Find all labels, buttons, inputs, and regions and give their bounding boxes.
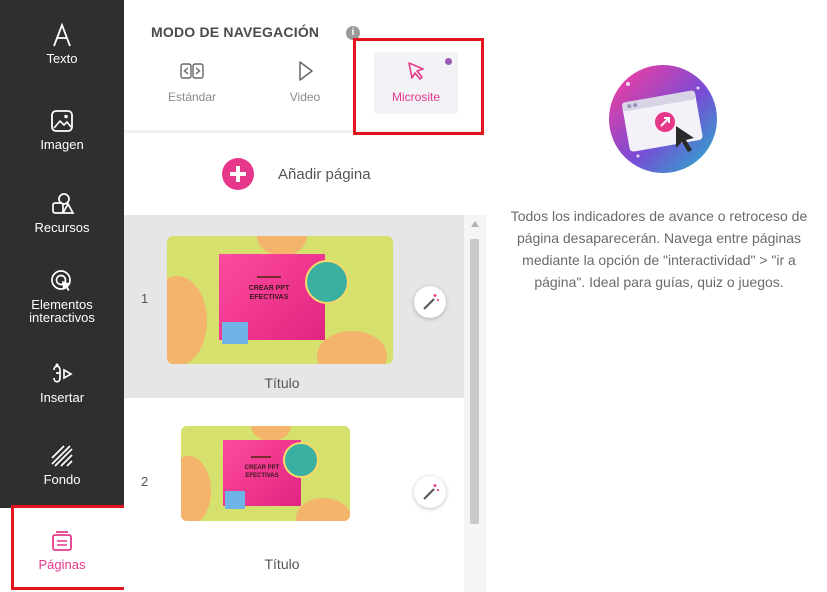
page-item-2[interactable]: 2 CREAR PPT EFECTIVAS Título bbox=[124, 398, 464, 592]
pages-icon bbox=[49, 528, 75, 554]
text-icon bbox=[49, 22, 75, 48]
microsite-description: Todos los indicadores de avance o retroc… bbox=[510, 208, 808, 290]
thumb-blue-block bbox=[222, 322, 248, 344]
page-thumbnail[interactable]: CREAR PPT EFECTIVAS bbox=[181, 426, 350, 521]
navigation-mode-section: MODO DE NAVEGACIÓN i Estándar Video Micr… bbox=[124, 0, 486, 130]
info-panel: Todos los indicadores de avance o retroc… bbox=[486, 0, 827, 592]
left-sidebar: Texto Imagen Recursos Elementos interact… bbox=[0, 0, 124, 592]
magic-wand-button[interactable] bbox=[414, 286, 446, 318]
pages-panel: MODO DE NAVEGACIÓN i Estándar Video Micr… bbox=[124, 0, 486, 592]
thumb-blob bbox=[181, 456, 211, 521]
thumb-blob bbox=[167, 276, 207, 364]
page-number: 1 bbox=[141, 291, 149, 306]
mode-estandar-button[interactable]: Estándar bbox=[157, 52, 227, 114]
sidebar-item-label: Insertar bbox=[39, 390, 85, 405]
pages-list: 1 CREAR PPT EFECTIVAS Título 2 CREAR PPT… bbox=[124, 215, 486, 592]
magic-wand-icon bbox=[423, 294, 439, 310]
page-number: 2 bbox=[141, 474, 149, 489]
mode-video-label: Video bbox=[289, 90, 321, 104]
add-page-plus-icon[interactable] bbox=[222, 158, 254, 190]
sidebar-item-insertar[interactable]: Insertar bbox=[0, 361, 124, 404]
magic-wand-icon bbox=[423, 484, 439, 500]
thumb-badge bbox=[305, 260, 349, 304]
navigation-mode-title: MODO DE NAVEGACIÓN bbox=[151, 24, 320, 40]
thumb-blob bbox=[257, 236, 307, 256]
mode-video-button[interactable]: Video bbox=[270, 52, 340, 114]
sidebar-item-label: Elementos interactivos bbox=[29, 297, 95, 325]
cursor-icon bbox=[408, 62, 424, 80]
thumb-blob bbox=[251, 426, 291, 441]
thumb-line bbox=[251, 456, 271, 458]
add-page-label[interactable]: Añadir página bbox=[278, 166, 371, 183]
app-window: Texto Imagen Recursos Elementos interact… bbox=[0, 0, 827, 592]
sidebar-item-label: Recursos bbox=[34, 220, 90, 235]
image-icon bbox=[49, 108, 75, 134]
page-item-1[interactable]: 1 CREAR PPT EFECTIVAS Título bbox=[124, 215, 464, 398]
magic-wand-button[interactable] bbox=[414, 476, 446, 508]
info-icon[interactable]: i bbox=[346, 26, 360, 40]
sidebar-item-recursos[interactable]: Recursos bbox=[0, 191, 124, 234]
sidebar-item-label: Páginas bbox=[38, 557, 86, 572]
scrollbar-thumb[interactable] bbox=[470, 239, 479, 524]
thumb-text: CREAR PPT EFECTIVAS bbox=[248, 285, 290, 301]
sidebar-item-label: Fondo bbox=[43, 472, 81, 487]
add-page-row[interactable]: Añadir página bbox=[124, 133, 486, 215]
sidebar-item-elementos-interactivos[interactable]: Elementos interactivos bbox=[0, 268, 124, 324]
sidebar-item-fondo[interactable]: Fondo bbox=[0, 443, 124, 486]
insert-icon bbox=[49, 361, 75, 387]
selected-dot bbox=[445, 58, 452, 65]
interactive-icon bbox=[49, 268, 75, 294]
thumb-blob bbox=[317, 331, 387, 364]
mode-estandar-label: Estándar bbox=[167, 90, 217, 104]
thumb-line bbox=[257, 276, 281, 278]
background-icon bbox=[49, 443, 75, 469]
shapes-icon bbox=[49, 191, 75, 217]
thumb-badge bbox=[283, 442, 319, 478]
scroll-up-arrow-icon[interactable] bbox=[471, 221, 479, 227]
sidebar-item-imagen[interactable]: Imagen bbox=[0, 108, 124, 151]
page-title: Título bbox=[264, 375, 300, 391]
scrollbar[interactable] bbox=[464, 215, 486, 592]
microsite-illustration-icon bbox=[609, 65, 717, 173]
page-title: Título bbox=[264, 556, 300, 572]
mode-microsite-label: Microsite bbox=[391, 90, 440, 104]
sidebar-item-label: Texto bbox=[46, 51, 78, 66]
sidebar-item-paginas[interactable]: Páginas bbox=[0, 508, 124, 592]
mode-microsite-button[interactable]: Microsite bbox=[374, 52, 458, 114]
sidebar-item-label: Imagen bbox=[40, 137, 84, 152]
thumb-blue-block bbox=[225, 491, 245, 509]
play-icon bbox=[299, 61, 313, 81]
thumb-blob bbox=[296, 498, 350, 521]
sidebar-item-texto[interactable]: Texto bbox=[0, 22, 124, 65]
arrows-icon bbox=[180, 63, 204, 79]
page-thumbnail[interactable]: CREAR PPT EFECTIVAS bbox=[167, 236, 393, 364]
